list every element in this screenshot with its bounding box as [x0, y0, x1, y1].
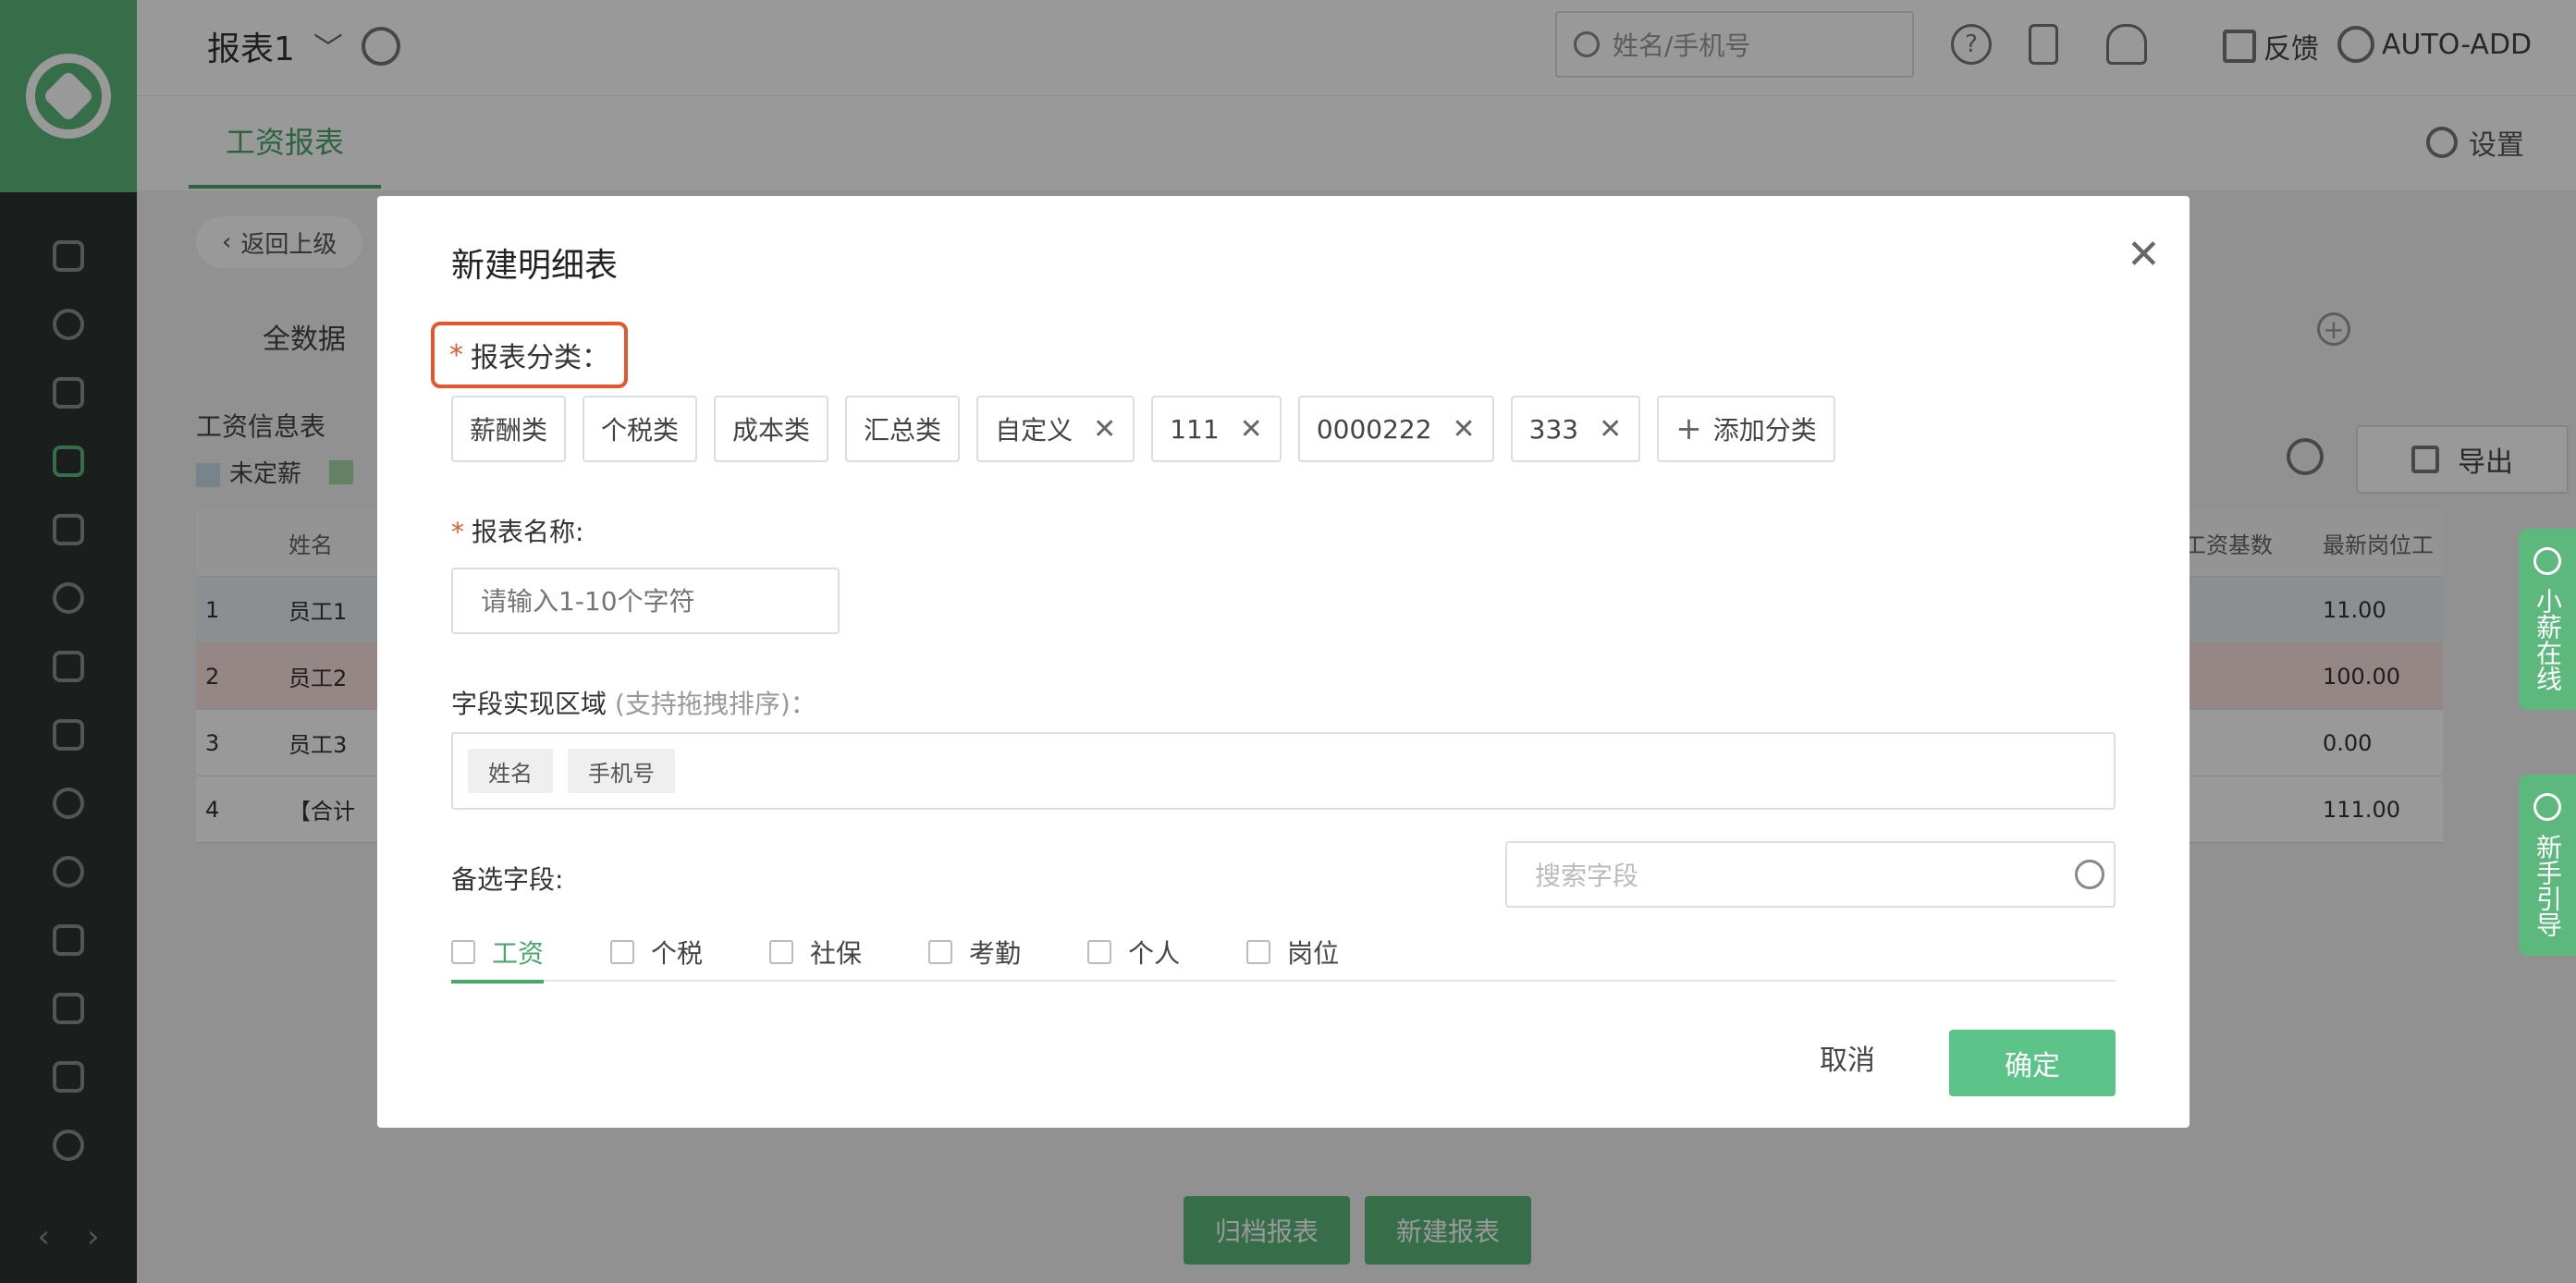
- plus-icon: +: [1675, 410, 1702, 447]
- compass-icon: [2533, 793, 2561, 821]
- report-name-input[interactable]: [451, 568, 840, 634]
- field-chip[interactable]: 姓名: [468, 749, 553, 793]
- add-category-button[interactable]: + 添加分类: [1657, 396, 1835, 462]
- dialog-title: 新建明细表: [451, 247, 619, 285]
- category-chip[interactable]: 薪酬类: [451, 396, 567, 462]
- category-chip[interactable]: 自定义 ✕: [976, 396, 1135, 462]
- report-name-label: * 报表名称:: [451, 517, 584, 547]
- guide-button[interactable]: 新手引导: [2519, 775, 2576, 956]
- close-icon[interactable]: ✕: [1453, 413, 1476, 446]
- tab-personal[interactable]: 个人: [1087, 923, 1180, 982]
- checkbox[interactable]: [451, 940, 475, 964]
- category-chip[interactable]: 成本类: [714, 396, 829, 462]
- tab-salary[interactable]: 工资: [451, 923, 545, 984]
- field-area-label: 字段实现区域 (支持拖拽排序)：: [451, 689, 816, 719]
- close-icon[interactable]: ✕: [1093, 413, 1116, 446]
- tab-position[interactable]: 岗位: [1246, 923, 1339, 982]
- checkbox[interactable]: [928, 940, 953, 964]
- close-icon[interactable]: ✕: [2127, 235, 2161, 275]
- cancel-button[interactable]: 取消: [1820, 1024, 1875, 1091]
- new-detail-dialog: 新建明细表 ✕ * 报表分类： 薪酬类 个税类 成本类 汇总类 自定义 ✕ 111…: [377, 196, 2190, 1128]
- category-list: 薪酬类 个税类 成本类 汇总类 自定义 ✕ 111 ✕ 0000222 ✕ 333 ✕ …: [451, 396, 1835, 462]
- checkbox[interactable]: [1246, 940, 1271, 964]
- close-icon[interactable]: ✕: [1240, 413, 1263, 446]
- category-chip[interactable]: 0000222 ✕: [1297, 396, 1494, 462]
- spare-fields-label: 备选字段:: [451, 864, 564, 895]
- tab-social-security[interactable]: 社保: [769, 923, 862, 982]
- category-chip[interactable]: 个税类: [583, 396, 698, 462]
- checkbox[interactable]: [610, 940, 635, 964]
- close-icon[interactable]: ✕: [1599, 413, 1622, 446]
- category-chip[interactable]: 汇总类: [845, 396, 961, 462]
- confirm-button[interactable]: 确定: [1949, 1030, 2116, 1096]
- field-search-input[interactable]: 搜索字段: [1505, 841, 2116, 908]
- tab-tax[interactable]: 个税: [610, 923, 703, 982]
- checkbox[interactable]: [1087, 940, 1112, 964]
- online-support-button[interactable]: 小薪在线: [2519, 529, 2576, 710]
- headset-icon: [2533, 547, 2561, 575]
- category-chip[interactable]: 111 ✕: [1151, 396, 1282, 462]
- category-label: * 报表分类：: [431, 322, 628, 388]
- field-chip[interactable]: 手机号: [568, 749, 675, 793]
- selected-fields-area[interactable]: 姓名 手机号: [451, 732, 2116, 810]
- field-group-tabs: 工资 个税 社保 考勤 个人 岗位: [451, 923, 2116, 984]
- search-icon[interactable]: [2075, 860, 2104, 889]
- required-mark: *: [449, 338, 463, 372]
- checkbox[interactable]: [769, 940, 794, 964]
- tab-attendance[interactable]: 考勤: [928, 923, 1021, 982]
- category-chip[interactable]: 333 ✕: [1510, 396, 1641, 462]
